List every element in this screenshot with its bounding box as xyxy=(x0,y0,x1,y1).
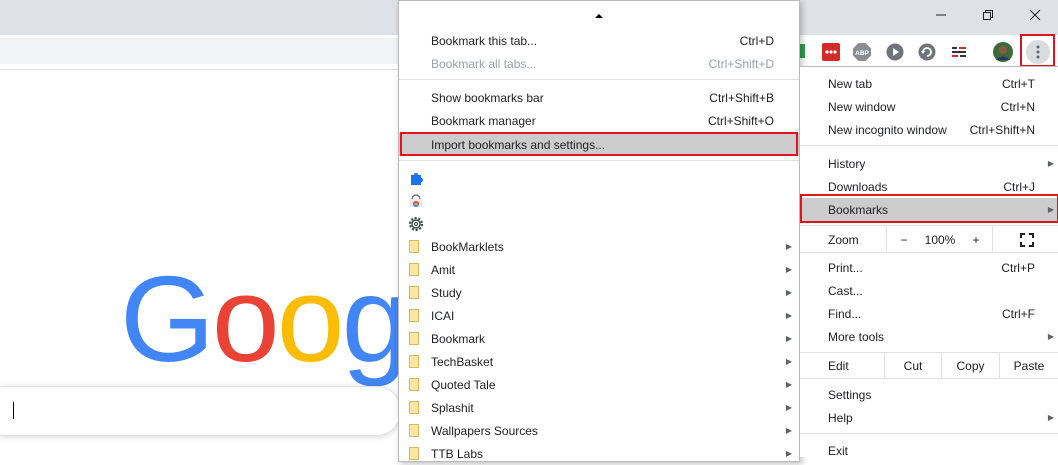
menu-separator xyxy=(399,160,799,161)
submenu-arrow-icon: ▶ xyxy=(785,265,792,274)
exit-item[interactable]: Exit xyxy=(800,439,1058,462)
help-item[interactable]: Help ▶ xyxy=(800,406,1058,429)
menu-separator xyxy=(800,378,1058,379)
settings-item[interactable]: Settings xyxy=(800,383,1058,406)
bookmark-extension[interactable] xyxy=(399,166,799,189)
submenu-arrow-icon: ▶ xyxy=(785,426,792,435)
folder-item[interactable]: TechBasket ▶ xyxy=(399,350,799,373)
fullscreen-button[interactable] xyxy=(1015,228,1039,251)
adblock-plus-icon[interactable]: ABP xyxy=(853,43,871,61)
new-tab-item[interactable]: New tab Ctrl+T xyxy=(800,72,1058,95)
menu-separator xyxy=(800,225,1058,226)
folder-icon xyxy=(409,401,419,414)
restore-button[interactable] xyxy=(965,0,1011,30)
text-caret xyxy=(13,402,14,419)
cast-item[interactable]: Cast... xyxy=(800,279,1058,302)
zoom-divider xyxy=(886,226,887,251)
cut-button[interactable]: Cut xyxy=(885,354,941,377)
gear-icon xyxy=(409,216,423,231)
fullscreen-icon xyxy=(1020,232,1034,247)
submenu-arrow-icon: ▶ xyxy=(1047,159,1054,168)
menu-separator xyxy=(800,145,1058,146)
zoom-level: 100% xyxy=(924,232,956,247)
paste-button[interactable]: Paste xyxy=(1000,354,1058,377)
chrome-main-menu: New tab Ctrl+T New window Ctrl+N New incog… xyxy=(799,66,1058,458)
close-window-button[interactable] xyxy=(1012,0,1058,30)
submenu-arrow-icon: ▶ xyxy=(785,380,792,389)
zoom-divider xyxy=(992,226,993,251)
more-tools-item[interactable]: More tools ▶ xyxy=(800,325,1058,348)
address-bar[interactable] xyxy=(0,38,420,64)
new-window-item[interactable]: New window Ctrl+N xyxy=(800,95,1058,118)
folder-item[interactable]: Wallpapers Sources ▶ xyxy=(399,419,799,442)
bookmark-all-tabs-item[interactable]: Bookmark all tabs... Ctrl+Shift+D xyxy=(399,52,799,75)
bookmark-settings[interactable] xyxy=(399,212,799,235)
logo-letter-g: G xyxy=(120,251,215,387)
submenu-arrow-icon: ▶ xyxy=(1047,413,1054,422)
submenu-arrow-icon: ▶ xyxy=(785,242,792,251)
lastpass-extension-icon[interactable] xyxy=(822,43,840,61)
highlight-import-item xyxy=(400,132,798,156)
submenu-arrow-icon: ▶ xyxy=(785,311,792,320)
menu-separator xyxy=(399,79,799,80)
submenu-arrow-icon: ▶ xyxy=(785,403,792,412)
submenu-arrow-icon: ▶ xyxy=(785,288,792,297)
close-icon xyxy=(1029,9,1041,21)
folder-icon xyxy=(409,355,419,368)
minimize-button[interactable] xyxy=(918,0,964,30)
highlight-menu-button xyxy=(1020,34,1055,67)
highlight-bookmarks-item xyxy=(800,194,1058,223)
show-bookmarks-bar-item[interactable]: Show bookmarks bar Ctrl+Shift+B xyxy=(399,86,799,109)
refresh-extension-icon[interactable] xyxy=(918,43,936,61)
bookmark-chrome-web-store[interactable] xyxy=(399,189,799,212)
folder-item[interactable]: Quoted Tale ▶ xyxy=(399,373,799,396)
zoom-in-button[interactable]: + xyxy=(964,228,988,251)
bookmark-this-tab-item[interactable]: Bookmark this tab... Ctrl+D xyxy=(399,29,799,52)
folder-icon xyxy=(409,309,419,322)
folder-icon xyxy=(409,332,419,345)
folder-icon xyxy=(409,424,419,437)
print-item[interactable]: Print... Ctrl+P xyxy=(800,256,1058,279)
find-item[interactable]: Find... Ctrl+F xyxy=(800,302,1058,325)
history-item[interactable]: History ▶ xyxy=(800,152,1058,175)
folder-icon xyxy=(409,240,419,253)
menu-separator xyxy=(800,252,1058,253)
folder-item[interactable]: BookMarklets ▶ xyxy=(399,235,799,258)
logo-letter-o2: o xyxy=(276,251,345,387)
bookmarks-submenu: Bookmark this tab... Ctrl+D Bookmark all… xyxy=(398,0,800,462)
copy-button[interactable]: Copy xyxy=(942,354,999,377)
play-extension-icon[interactable] xyxy=(886,43,904,61)
folder-item[interactable]: Study ▶ xyxy=(399,281,799,304)
folder-icon xyxy=(409,378,419,391)
puzzle-icon xyxy=(411,172,423,185)
submenu-arrow-icon: ▶ xyxy=(1047,332,1054,341)
web-store-icon xyxy=(410,193,422,207)
avatar[interactable] xyxy=(993,42,1013,62)
folder-icon xyxy=(409,263,419,276)
bookmark-manager-item[interactable]: Bookmark manager Ctrl+Shift+O xyxy=(399,109,799,132)
list-extension-icon[interactable] xyxy=(950,43,968,61)
zoom-out-button[interactable]: − xyxy=(892,228,916,251)
menu-separator xyxy=(800,433,1058,434)
restore-icon xyxy=(983,10,993,20)
logo-letter-o1: o xyxy=(211,251,280,387)
menu-separator xyxy=(800,352,1058,353)
new-incognito-item[interactable]: New incognito window Ctrl+Shift+N xyxy=(800,118,1058,141)
folder-item[interactable]: Bookmark ▶ xyxy=(399,327,799,350)
folder-item[interactable]: ICAI ▶ xyxy=(399,304,799,327)
submenu-arrow-icon: ▶ xyxy=(785,357,792,366)
submenu-arrow-icon: ▶ xyxy=(785,334,792,343)
svg-text:ABP: ABP xyxy=(855,50,869,57)
folder-item[interactable]: Amit ▶ xyxy=(399,258,799,281)
logo-letter-g2: g xyxy=(341,251,410,387)
folder-icon xyxy=(409,286,419,299)
folder-item[interactable]: Splashit ▶ xyxy=(399,396,799,419)
scroll-up-icon[interactable] xyxy=(595,13,603,19)
minimize-icon xyxy=(936,14,946,16)
search-input[interactable] xyxy=(0,386,401,436)
